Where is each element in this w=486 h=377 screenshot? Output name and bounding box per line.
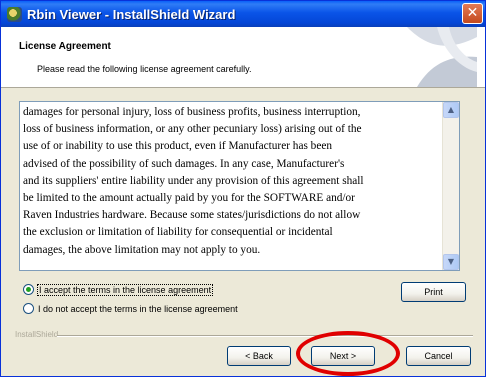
license-text-area[interactable]: damages for personal injury, loss of bus…	[19, 101, 460, 271]
scroll-down-button[interactable]: ▼	[443, 254, 459, 270]
installshield-graphic-icon	[407, 27, 477, 87]
installshield-wizard-window: Rbin Viewer - InstallShield Wizard ✕ Lic…	[0, 0, 486, 377]
app-icon	[7, 6, 22, 22]
header-title: License Agreement	[19, 41, 111, 52]
decline-label[interactable]: I do not accept the terms in the license…	[38, 304, 238, 314]
decline-radio[interactable]	[23, 303, 34, 314]
license-line: damages, the above limitation may not ap…	[23, 243, 261, 256]
accept-option[interactable]: I accept the terms in the license agreem…	[23, 283, 214, 296]
wizard-header: License Agreement Please read the follow…	[1, 27, 485, 88]
license-line: and its suppliers' entire liability unde…	[23, 174, 364, 187]
license-line: Raven Industries hardware. Because some …	[23, 209, 361, 222]
license-line: advised of the possibility of such damag…	[23, 157, 345, 170]
accept-radio[interactable]	[23, 284, 34, 295]
print-button[interactable]: Print	[401, 282, 466, 302]
license-line: use of or inability to use this product,…	[23, 140, 333, 153]
license-text: damages for personal injury, loss of bus…	[23, 104, 441, 259]
decline-option[interactable]: I do not accept the terms in the license…	[23, 303, 238, 314]
header-subtitle: Please read the following license agreem…	[37, 64, 252, 74]
installshield-brand: InstallShield	[15, 330, 59, 339]
cancel-button[interactable]: Cancel	[406, 346, 471, 366]
vertical-scrollbar[interactable]: ▲ ▼	[442, 102, 459, 270]
close-button[interactable]: ✕	[462, 3, 483, 24]
license-line: damages for personal injury, loss of bus…	[23, 106, 361, 118]
window-title: Rbin Viewer - InstallShield Wizard	[27, 6, 236, 22]
license-line: be limited to the amount actually paid b…	[23, 192, 355, 205]
scroll-up-button[interactable]: ▲	[443, 102, 459, 118]
back-button[interactable]: < Back	[227, 346, 291, 366]
title-bar[interactable]: Rbin Viewer - InstallShield Wizard ✕	[1, 1, 485, 27]
next-highlight-annotation	[296, 331, 400, 376]
license-line: loss of business information, or any oth…	[23, 123, 362, 136]
footer-divider	[57, 335, 473, 337]
license-line: the exclusion or limitation of liability…	[23, 226, 333, 239]
accept-label[interactable]: I accept the terms in the license agreem…	[36, 283, 214, 296]
